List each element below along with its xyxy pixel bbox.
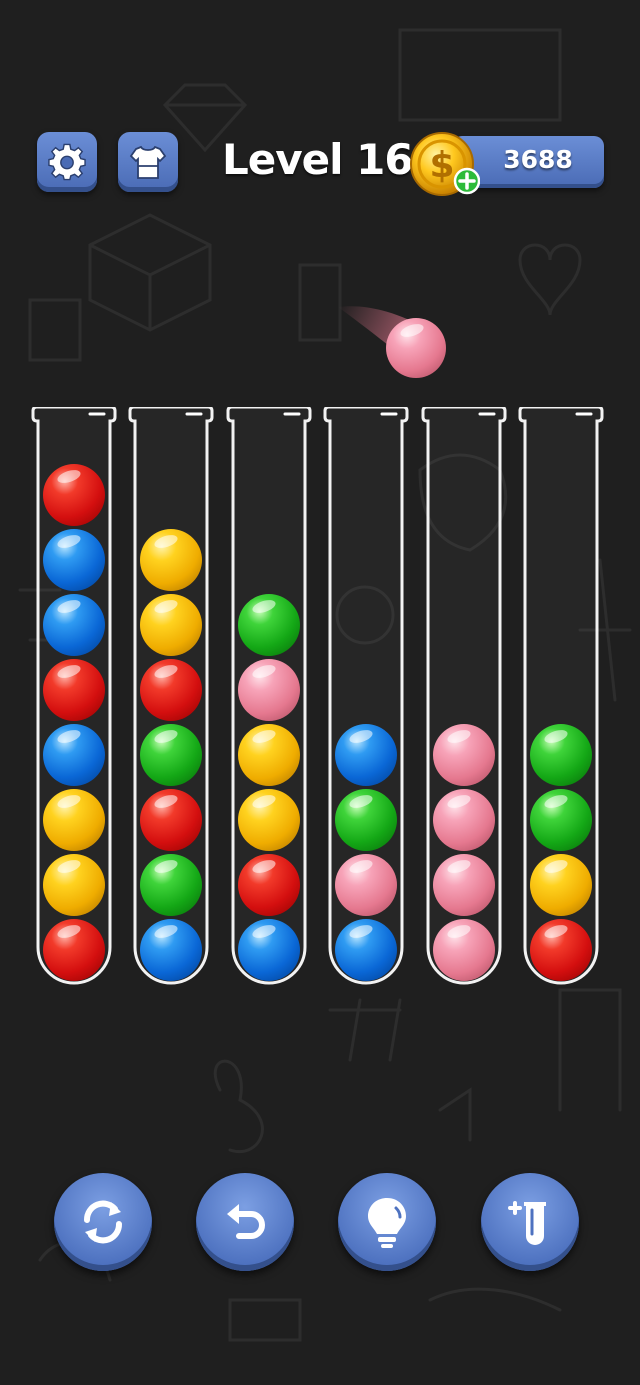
- settings-button[interactable]: [37, 132, 97, 192]
- shirt-icon: [129, 145, 167, 179]
- ball-red: [43, 659, 105, 721]
- ball-pink: [433, 724, 495, 786]
- tube-4[interactable]: [322, 407, 410, 987]
- ball-yellow: [43, 789, 105, 851]
- level-title: Level 16: [222, 135, 414, 184]
- restart-button[interactable]: [54, 1173, 152, 1271]
- restart-icon: [83, 1200, 123, 1244]
- tube-6[interactable]: [517, 407, 605, 987]
- hint-bulb-icon: [368, 1198, 406, 1248]
- held-ball: [386, 318, 446, 378]
- ball-green: [238, 594, 300, 656]
- undo-icon: [227, 1204, 265, 1239]
- tube-2[interactable]: [127, 407, 215, 987]
- ball-pink: [335, 854, 397, 916]
- ball-red: [140, 659, 202, 721]
- tube-1[interactable]: [30, 407, 118, 987]
- ball-blue: [43, 529, 105, 591]
- coin-count: 3688: [503, 145, 573, 174]
- ball-green: [335, 789, 397, 851]
- ball-red: [43, 919, 105, 981]
- dollar-coin-icon[interactable]: $: [408, 130, 480, 202]
- ball-blue: [140, 919, 202, 981]
- ball-red: [530, 919, 592, 981]
- skin-shop-button[interactable]: [118, 132, 178, 192]
- ball-yellow: [530, 854, 592, 916]
- ball-pink: [238, 659, 300, 721]
- tube-3[interactable]: [225, 407, 313, 987]
- ball-blue: [238, 919, 300, 981]
- undo-button[interactable]: [196, 1173, 294, 1271]
- plus-icon: [453, 167, 480, 195]
- ball-yellow: [140, 594, 202, 656]
- hint-button[interactable]: [338, 1173, 436, 1271]
- ball-pink: [433, 919, 495, 981]
- ball-yellow: [238, 724, 300, 786]
- svg-text:$: $: [429, 145, 454, 186]
- gear-icon: [48, 143, 86, 181]
- ball-green: [140, 854, 202, 916]
- ball-red: [140, 789, 202, 851]
- ball-blue: [335, 919, 397, 981]
- tube-5[interactable]: [420, 407, 508, 987]
- ball-red: [43, 464, 105, 526]
- ball-green: [140, 724, 202, 786]
- ball-red: [238, 854, 300, 916]
- add-tube-button[interactable]: [481, 1173, 579, 1271]
- ball-pink: [433, 789, 495, 851]
- ball-yellow: [43, 854, 105, 916]
- ball-yellow: [238, 789, 300, 851]
- ball-green: [530, 789, 592, 851]
- ball-green: [530, 724, 592, 786]
- ball-yellow: [140, 529, 202, 591]
- ball-blue: [43, 594, 105, 656]
- ball-blue: [43, 724, 105, 786]
- ball-pink: [433, 854, 495, 916]
- ball-blue: [335, 724, 397, 786]
- add-tube-icon: [508, 1201, 546, 1245]
